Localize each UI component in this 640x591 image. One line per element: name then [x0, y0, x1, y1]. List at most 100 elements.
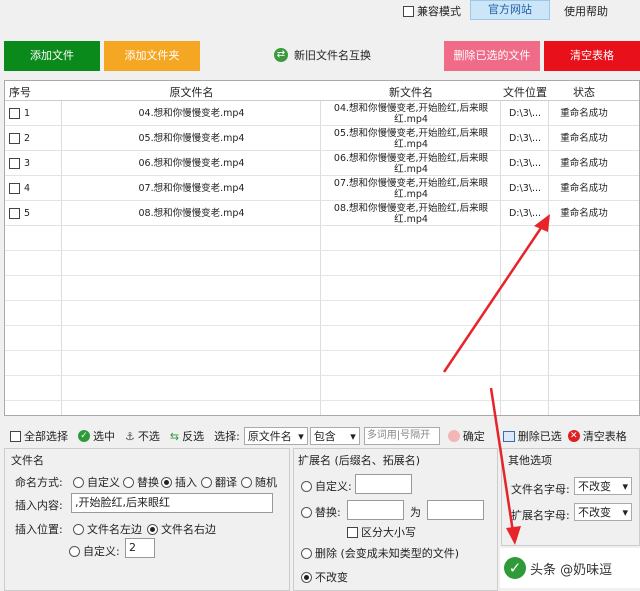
table-row[interactable]: 2 05.想和你慢慢变老.mp4 05.想和你慢慢变老,开始脸红,后来眼 红.mp4 D… [5, 126, 639, 151]
name-case-select[interactable]: 不改变 ▾ [574, 477, 632, 495]
help-link[interactable]: 使用帮助 [564, 3, 608, 19]
ext-delete-label: 删除 (会变成未知类型的文件) [315, 547, 460, 560]
swap-names-button[interactable]: ⇄ 新旧文件名互换 [274, 47, 371, 63]
radio-icon[interactable] [73, 476, 84, 488]
ext-replace[interactable]: 替换: [301, 504, 341, 520]
location-cell: D:\3\... [508, 183, 542, 194]
ext-replace-to-input[interactable] [427, 500, 484, 520]
compat-checkbox[interactable] [403, 5, 414, 17]
radio-icon[interactable] [69, 545, 80, 557]
row-checkbox[interactable] [9, 108, 20, 119]
header-old-name[interactable]: 原文件名 [62, 84, 321, 100]
row-checkbox[interactable] [9, 133, 20, 144]
old-name-cell: 04.想和你慢慢变老.mp4 [138, 108, 245, 119]
radio-icon[interactable] [301, 506, 312, 518]
compat-mode-toggle[interactable]: 兼容模式 [403, 3, 461, 19]
invert-icon: ⇆ [169, 429, 180, 443]
header-no[interactable]: 序号 [9, 84, 31, 100]
row-checkbox[interactable] [9, 158, 20, 169]
anchor-icon: ⚓ [125, 429, 135, 443]
select-all-checkbox[interactable] [10, 430, 21, 442]
location-cell: D:\3\... [508, 108, 542, 119]
radio-icon[interactable] [301, 480, 312, 492]
check-button[interactable]: ✓ 选中 [78, 428, 115, 444]
radio-icon[interactable] [201, 476, 212, 488]
table-row[interactable]: 5 08.想和你慢慢变老.mp4 08.想和你慢慢变老,开始脸红,后来眼 红.mp4 D… [5, 201, 639, 226]
mode-translate[interactable]: 翻译 [201, 474, 237, 490]
official-site-button[interactable]: 官方网站 [470, 0, 550, 20]
radio-icon[interactable] [161, 476, 172, 488]
start-rename-area[interactable]: ✓ 头条 @奶味逗 [500, 548, 640, 588]
clear-table-button[interactable]: 清空表格 [544, 41, 640, 71]
delete-icon [502, 430, 515, 442]
empty-row [5, 326, 639, 351]
row-checkbox[interactable] [9, 208, 20, 219]
mode-insert[interactable]: 插入 [161, 474, 197, 490]
radio-icon[interactable] [301, 547, 312, 559]
ext-custom-label: 自定义: [315, 480, 352, 493]
table-row[interactable]: 1 04.想和你慢慢变老.mp4 04.想和你慢慢变老,开始脸红,后来眼 红.mp4 D… [5, 101, 639, 126]
header-location[interactable]: 文件位置 [501, 84, 549, 100]
insert-position-label: 插入位置: [15, 523, 63, 536]
ext-keep[interactable]: 不改变 [301, 569, 348, 585]
mode-insert-label: 插入 [175, 476, 197, 489]
header-new-name[interactable]: 新文件名 [321, 84, 501, 100]
pos-left[interactable]: 文件名左边 [73, 521, 142, 537]
pos-right[interactable]: 文件名右边 [147, 521, 216, 537]
ext-replace-label: 替换: [315, 506, 341, 519]
ext-custom[interactable]: 自定义: [301, 478, 352, 494]
pos-custom-input[interactable]: 2 [125, 538, 155, 558]
radio-icon[interactable] [123, 476, 134, 488]
ext-case-value: 不改变 [578, 506, 611, 519]
confirm-label: 确定 [462, 430, 485, 443]
mode-custom[interactable]: 自定义 [73, 474, 120, 490]
new-name-cell: 04.想和你慢慢变老,开始脸红,后来眼 红.mp4 [321, 101, 501, 126]
swap-names-label: 新旧文件名互换 [294, 49, 371, 62]
mode-custom-label: 自定义 [87, 476, 120, 489]
naming-mode-label: 命名方式: [15, 476, 63, 489]
confirm-button[interactable]: 确定 [447, 428, 485, 444]
add-file-button[interactable]: 添加文件 [4, 41, 100, 71]
invert-button[interactable]: ⇆ 反选 [170, 428, 204, 444]
empty-row [5, 301, 639, 326]
ext-replace-from-input[interactable] [347, 500, 404, 520]
pos-custom[interactable]: 自定义: [69, 543, 120, 559]
row-number-cell: 5 [5, 201, 62, 226]
add-folder-button[interactable]: 添加文件夹 [104, 41, 200, 71]
radio-icon[interactable] [241, 476, 252, 488]
new-name-line1: 04.想和你慢慢变老,开始脸红,后来眼 [333, 102, 489, 114]
case-sensitive-toggle[interactable]: 区分大小写 [347, 524, 416, 540]
pos-left-label: 文件名左边 [87, 523, 142, 536]
empty-row [5, 276, 639, 301]
header-status[interactable]: 状态 [549, 84, 619, 100]
delete-checked-button[interactable]: 删除已选 [502, 428, 562, 444]
radio-icon[interactable] [301, 571, 312, 583]
row-number: 1 [24, 108, 31, 119]
case-checkbox[interactable] [347, 526, 358, 538]
ext-case-select[interactable]: 不改变 ▾ [574, 503, 632, 521]
ext-delete[interactable]: 删除 (会变成未知类型的文件) [301, 545, 459, 561]
clear-table-small-button[interactable]: ✕ 清空表格 [567, 428, 627, 444]
insert-content-input[interactable]: ,开始脸红,后来眼红 [71, 493, 273, 513]
pos-custom-label: 自定义: [83, 545, 120, 558]
table-row[interactable]: 4 07.想和你慢慢变老.mp4 07.想和你慢慢变老,开始脸红,后来眼 红.mp4 D… [5, 176, 639, 201]
table-row[interactable]: 3 06.想和你慢慢变老.mp4 06.想和你慢慢变老,开始脸红,后来眼 红.mp4 D… [5, 151, 639, 176]
radio-icon[interactable] [147, 523, 158, 535]
new-name-line1: 06.想和你慢慢变老,开始脸红,后来眼 [333, 152, 489, 164]
select-all-toggle[interactable]: 全部选择 [10, 428, 68, 444]
mode-random[interactable]: 随机 [241, 474, 277, 490]
radio-icon[interactable] [73, 523, 84, 535]
case-sensitive-label: 区分大小写 [361, 526, 416, 539]
match-select[interactable]: 包含 ▾ [309, 427, 360, 445]
swap-icon: ⇄ [274, 48, 288, 62]
row-checkbox[interactable] [9, 183, 20, 194]
compat-label: 兼容模式 [417, 5, 461, 18]
ext-custom-input[interactable] [355, 474, 412, 494]
keyword-input[interactable]: 多词用|号隔开 [363, 427, 440, 445]
field-select[interactable]: 原文件名 ▾ [243, 427, 308, 445]
mode-replace[interactable]: 替换 [123, 474, 159, 490]
uncheck-button[interactable]: ⚓ 不选 [125, 428, 160, 444]
uncheck-label: 不选 [137, 430, 160, 443]
delete-selected-files-button[interactable]: 删除已选的文件 [444, 41, 540, 71]
delete-checked-label: 删除已选 [517, 430, 562, 443]
